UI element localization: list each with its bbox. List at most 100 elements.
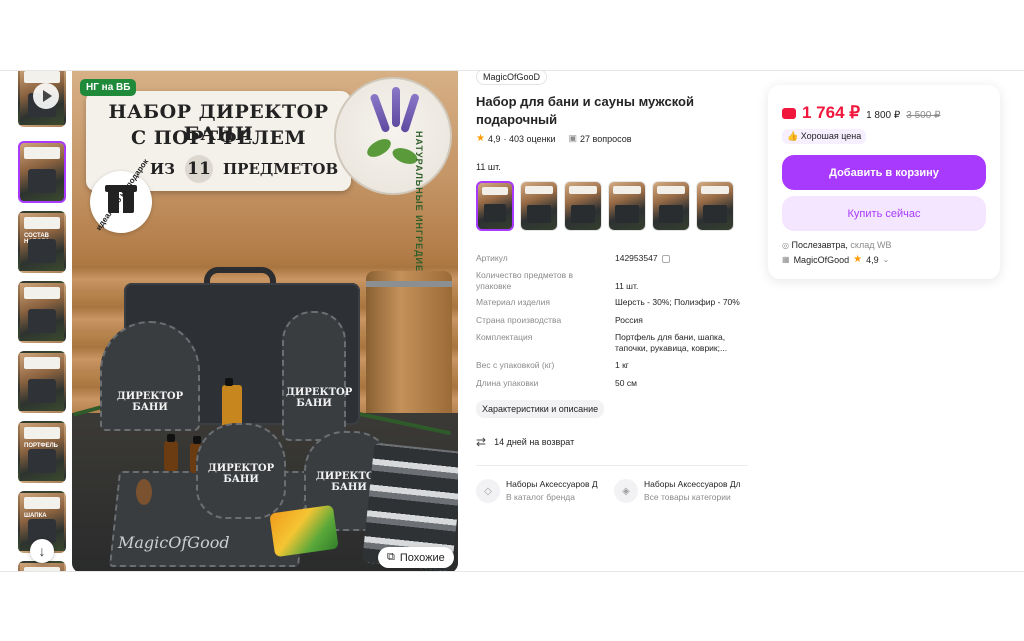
lavender-sprig: [369, 92, 391, 134]
category-link[interactable]: ◈ Наборы Аксессуаров Дл Все товары катег…: [614, 479, 744, 507]
variant-product: [484, 204, 506, 222]
add-to-cart-button[interactable]: Добавить в корзину: [782, 155, 986, 190]
felt-mitten: [282, 311, 346, 441]
spec-key: Страна производства: [476, 315, 562, 325]
copy-icon[interactable]: [661, 254, 670, 263]
article-number: 142953547: [615, 253, 658, 263]
similar-icon: ⧉: [387, 551, 395, 563]
variant-option-3[interactable]: [564, 181, 602, 231]
wallet-icon: [782, 108, 796, 119]
variant-card: [482, 187, 508, 195]
delivery-info: ◎ Послезавтра, склад WB: [782, 240, 891, 250]
thumbnail-4[interactable]: [18, 351, 66, 413]
variant-product: [659, 205, 683, 223]
spec-key: Артикул: [476, 253, 508, 263]
questions-count[interactable]: 27 вопросов: [580, 134, 631, 144]
product-title: Набор для бани и сауны мужской подарочны…: [476, 94, 694, 127]
link-text: Наборы Аксессуаров Д В каталог бренда: [506, 479, 602, 502]
layers-icon: ◈: [614, 479, 638, 503]
play-icon[interactable]: [33, 83, 59, 109]
variant-list[interactable]: [476, 181, 734, 231]
variant-card: [525, 186, 553, 194]
thumb-product: [28, 239, 56, 263]
chevron-down-icon[interactable]: ⌄: [883, 255, 890, 264]
variant-option-2[interactable]: [520, 181, 558, 231]
link-subtitle: В каталог бренда: [506, 492, 575, 502]
buy-box: 1 764 ₽ 1 800 ₽ 3 500 ₽ 👍 Хорошая цена Д…: [768, 85, 1000, 279]
variant-quantity: 11 шт.: [476, 162, 501, 172]
good-price-label: Хорошая цена: [800, 131, 862, 141]
thumb-card: [24, 217, 60, 229]
thumb-product: [28, 169, 56, 193]
return-arrows-icon: ⇄: [476, 435, 487, 449]
variant-option-6[interactable]: [696, 181, 734, 231]
spec-value: Портфель для бани, шапка, тапочки, рукав…: [615, 332, 728, 353]
similar-label: Похожие: [399, 551, 445, 564]
price-row: 1 764 ₽ 1 800 ₽ 3 500 ₽: [782, 103, 940, 123]
link-text: Наборы Аксессуаров Дл Все товары категор…: [644, 479, 740, 502]
thumbnail-1[interactable]: [18, 141, 66, 203]
variant-product: [615, 205, 639, 223]
seller-info[interactable]: ▦ MagicOfGood ★ 4,9 ⌄: [782, 254, 889, 265]
arrow-down-icon[interactable]: ↓: [30, 539, 54, 563]
spec-key: Комплектация: [476, 332, 533, 342]
buy-now-button[interactable]: Купить сейчас: [782, 196, 986, 231]
warehouse: склад WB: [850, 240, 892, 250]
variant-option-4[interactable]: [608, 181, 646, 231]
mitten-label: ДИРЕКТОР БАНИ: [286, 387, 353, 409]
thumbnail-3[interactable]: [18, 281, 66, 343]
variant-card: [569, 186, 597, 194]
thumb-product: [28, 309, 56, 333]
slipper-left-label: ДИРЕКТОР БАНИ: [207, 463, 275, 485]
seller-name[interactable]: MagicOfGood: [794, 255, 850, 265]
pinecone: [136, 479, 152, 505]
lavender-illustration: [334, 77, 452, 195]
spec-key: Длина упаковки: [476, 378, 539, 388]
thumb-product: [28, 449, 56, 473]
leaf-shape: [364, 135, 394, 161]
reviews-count[interactable]: · 403 оценки: [503, 134, 555, 144]
similar-button[interactable]: ⧉ Похожие: [378, 547, 454, 568]
main-product-image[interactable]: НАБОР ДИРЕКТОР БАНИ С ПОРТФЕЛЕМ ИЗ 11 ПР…: [72, 71, 458, 571]
location-icon: ◎: [782, 241, 789, 250]
variant-option-1[interactable]: [476, 181, 514, 231]
spec-key: Материал изделия: [476, 297, 550, 307]
thumb-card: [24, 287, 60, 299]
spec-key: Количество предметов в упаковке: [476, 270, 574, 291]
thumbnail-list[interactable]: СОСТАВ НАБОРА ПОРТФЕЛЬ ШАПКА ↓: [18, 71, 66, 571]
seller-rating: 4,9: [866, 254, 879, 265]
variant-option-5[interactable]: [652, 181, 690, 231]
spec-value: Шерсть - 30%; Полиэфир - 70%: [615, 297, 740, 307]
link-title: Наборы Аксессуаров Дл: [644, 479, 740, 489]
thumb-card: [24, 497, 60, 509]
variant-card: [613, 186, 641, 194]
variant-product: [703, 205, 727, 223]
variant-card: [657, 186, 685, 194]
thumbnail-video[interactable]: [18, 71, 66, 127]
brand-link[interactable]: MagicOfGooD: [476, 71, 548, 85]
spec-value: 50 см: [615, 378, 637, 388]
divider: [476, 465, 748, 466]
old-price: 3 500 ₽: [906, 110, 941, 121]
alt-price: 1 800 ₽: [866, 110, 901, 121]
title-number: 11: [185, 155, 213, 183]
star-icon: ★: [853, 254, 863, 265]
return-info: ⇄ 14 дней на возврат: [476, 435, 574, 449]
thumb-card: [24, 427, 60, 439]
thumb-card: [24, 567, 60, 571]
tag-icon: ◇: [476, 479, 500, 503]
thumb-card: [24, 357, 60, 369]
oil-bottle: [164, 434, 178, 471]
store-icon: ▦: [782, 255, 790, 264]
brand-catalog-link[interactable]: ◇ Наборы Аксессуаров Д В каталог бренда: [476, 479, 606, 507]
lavender-sprig: [400, 92, 420, 134]
thumbnail-2[interactable]: СОСТАВ НАБОРА: [18, 211, 66, 273]
link-title: Наборы Аксессуаров Д: [506, 479, 598, 489]
image-title-line2: С ПОРТФЕЛЕМ: [131, 127, 306, 149]
image-watermark: MagicOfGood: [118, 533, 230, 552]
spec-value: Россия: [615, 315, 643, 325]
thumb-product: [28, 379, 56, 403]
rating-row[interactable]: ★ 4,9 · 403 оценки ▣ 27 вопросов: [476, 133, 631, 144]
characteristics-button[interactable]: Характеристики и описание: [476, 400, 605, 418]
thumbnail-5[interactable]: ПОРТФЕЛЬ: [18, 421, 66, 483]
